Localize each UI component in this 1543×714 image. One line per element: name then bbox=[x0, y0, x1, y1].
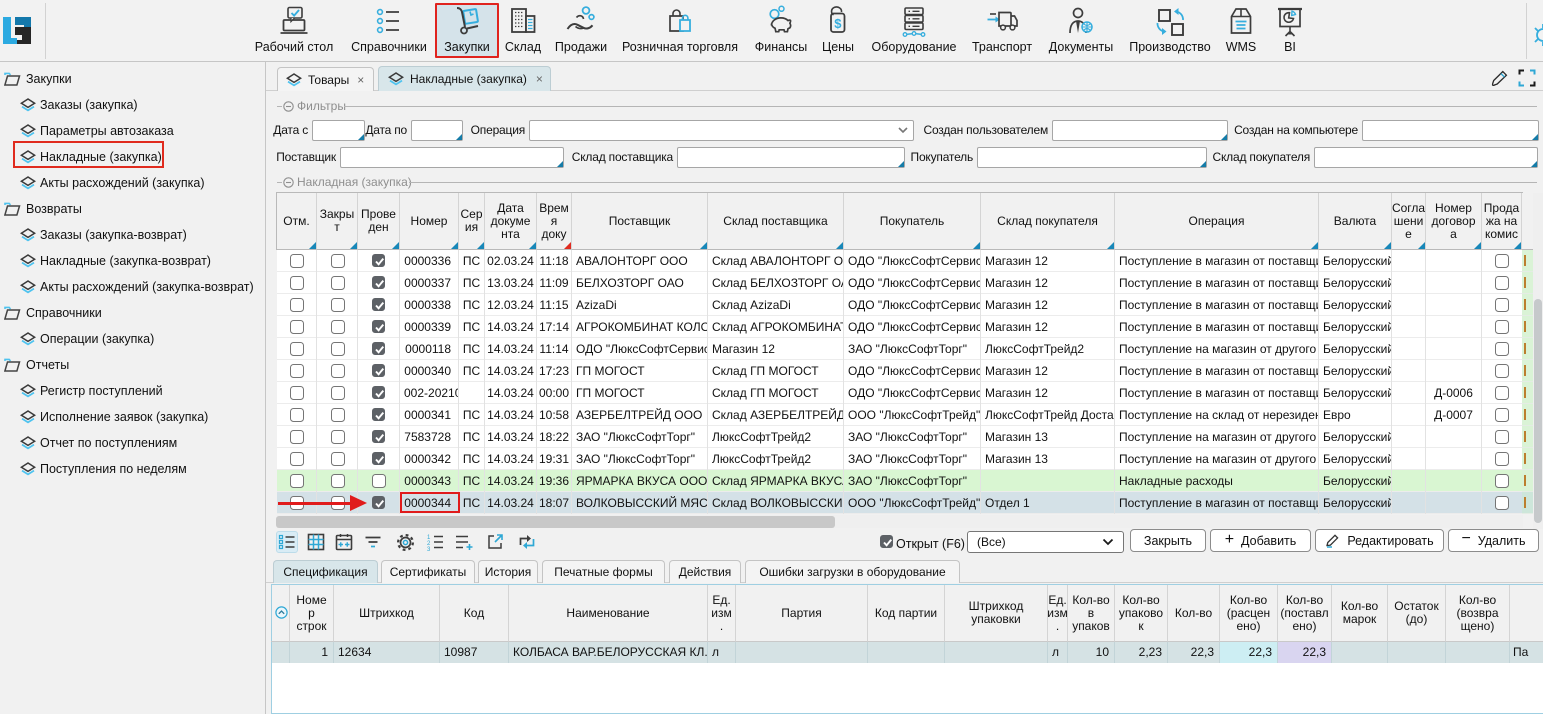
svg-text:3: 3 bbox=[427, 547, 431, 551]
svg-text:$: $ bbox=[834, 16, 842, 31]
